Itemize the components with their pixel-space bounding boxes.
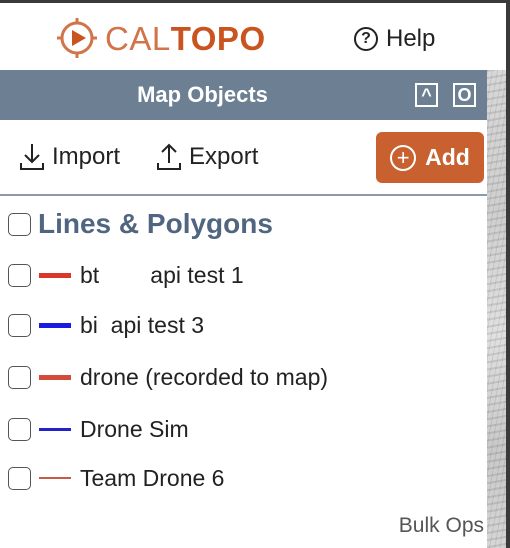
collapse-panel-button[interactable]: ^: [415, 83, 438, 107]
lines-polygons-section: Lines & Polygons: [8, 208, 273, 240]
select-all-checkbox[interactable]: [8, 212, 31, 236]
list-item[interactable]: drone (recorded to map): [8, 357, 328, 397]
window-right-border: [506, 0, 510, 548]
caltopo-logo[interactable]: CALTOPO: [55, 15, 285, 61]
item-label[interactable]: drone (recorded to map): [80, 364, 328, 391]
app-header: CALTOPO ? Help: [0, 3, 506, 70]
item-label[interactable]: bt api test 1: [80, 262, 244, 289]
logo-text-cal: CAL: [105, 19, 171, 57]
item-checkbox[interactable]: [8, 365, 31, 389]
objects-toolbar: Import Export + Add: [0, 120, 487, 196]
line-style-swatch: [39, 374, 71, 380]
line-style-swatch: [39, 477, 71, 479]
item-checkbox[interactable]: [8, 417, 31, 441]
popout-panel-button[interactable]: O: [453, 83, 476, 107]
map-objects-title: Map Objects: [137, 82, 268, 107]
item-label[interactable]: Team Drone 6: [80, 465, 224, 492]
logo-text: CALTOPO: [105, 22, 266, 55]
help-label: Help: [386, 25, 436, 52]
export-icon: [157, 143, 181, 170]
add-label: Add: [425, 144, 470, 170]
bulk-ops-link[interactable]: Bulk Ops: [399, 514, 484, 538]
import-button[interactable]: Import: [18, 141, 120, 173]
import-icon: [20, 144, 44, 170]
line-style-swatch: [39, 272, 71, 278]
item-label[interactable]: Drone Sim: [80, 416, 189, 443]
map-objects-header: Map Objects ^ O: [0, 70, 487, 120]
export-label: Export: [189, 143, 259, 170]
list-item[interactable]: bt api test 1: [8, 255, 244, 295]
logo-text-topo: TOPO: [170, 19, 266, 57]
plus-circle-icon: +: [390, 144, 417, 171]
add-button[interactable]: + Add: [376, 132, 484, 183]
section-title[interactable]: Lines & Polygons: [38, 208, 273, 240]
help-button[interactable]: ? Help: [354, 25, 435, 53]
help-icon: ?: [354, 27, 378, 51]
compass-logo-icon: [57, 18, 97, 58]
item-checkbox[interactable]: [8, 466, 31, 490]
import-label: Import: [52, 143, 121, 170]
export-button[interactable]: Export: [155, 141, 258, 173]
list-item[interactable]: bi api test 3: [8, 305, 204, 345]
map-terrain-background[interactable]: [487, 70, 506, 548]
line-style-swatch: [39, 427, 71, 431]
item-checkbox[interactable]: [8, 263, 31, 287]
list-item[interactable]: Drone Sim: [8, 409, 189, 449]
item-label[interactable]: bi api test 3: [80, 312, 204, 339]
item-checkbox[interactable]: [8, 313, 31, 337]
line-style-swatch: [39, 322, 71, 328]
list-item[interactable]: Team Drone 6: [8, 458, 224, 498]
